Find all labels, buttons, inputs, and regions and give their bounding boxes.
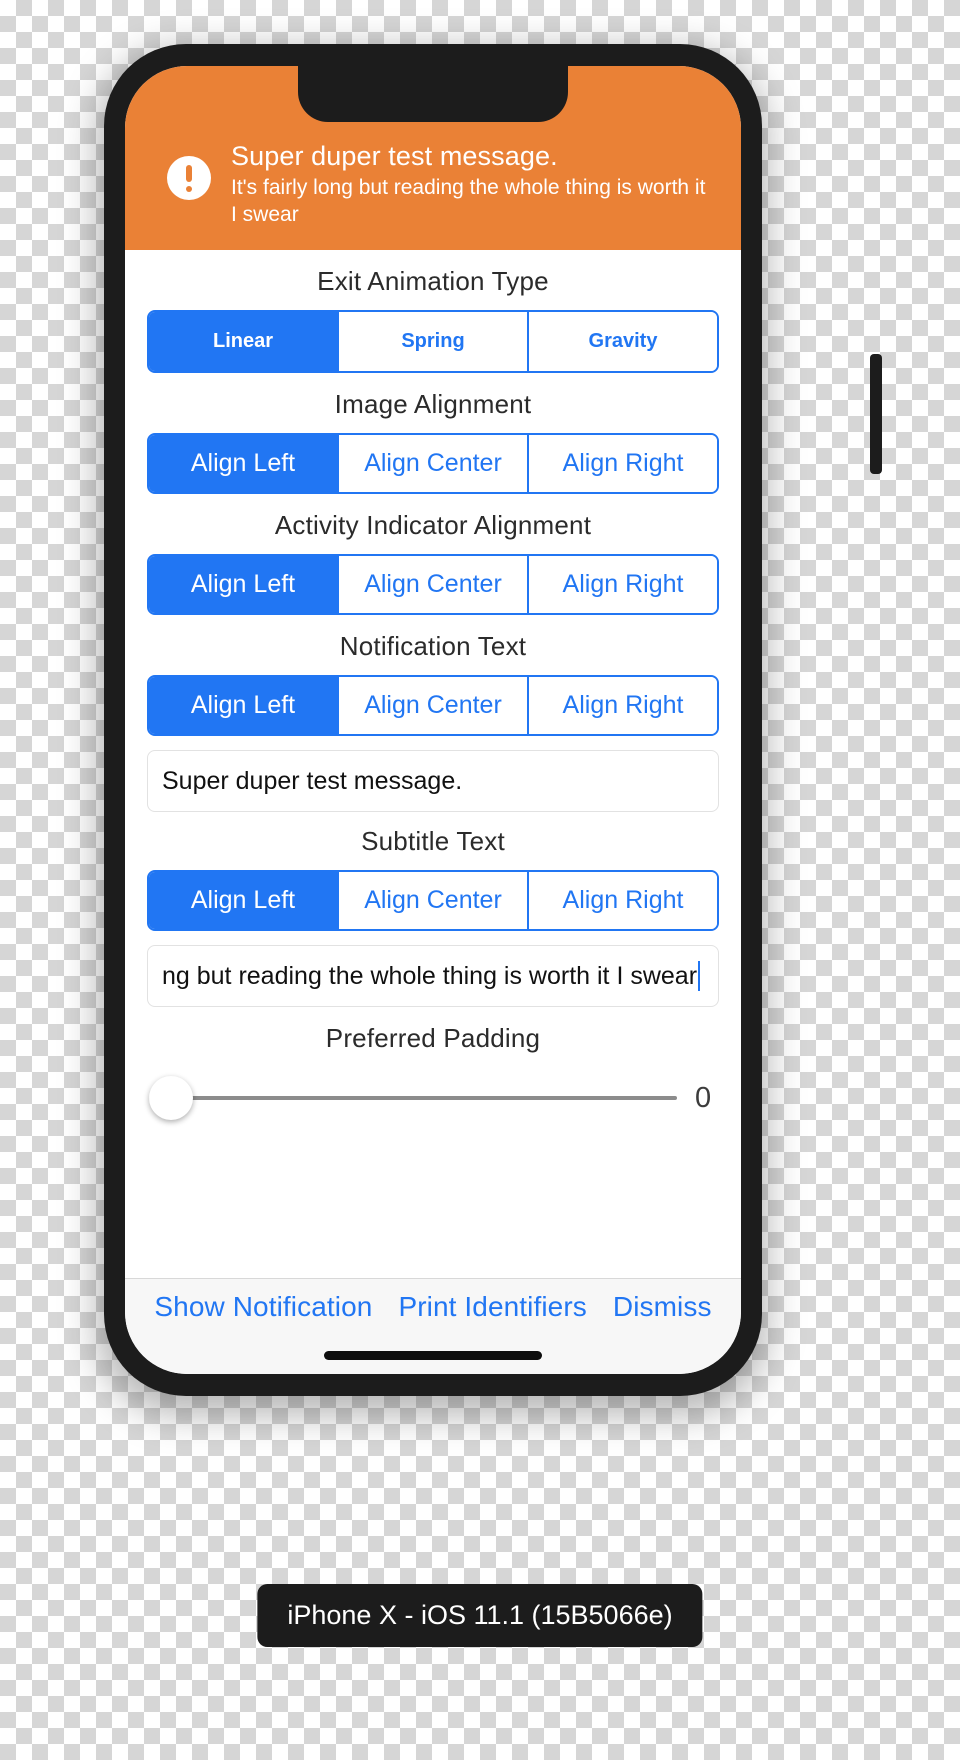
notification-text-input-value: Super duper test message. <box>162 766 463 795</box>
subtitle-text-input[interactable]: ng but reading the whole thing is worth … <box>147 945 719 1007</box>
segment-activity-align-center[interactable]: Align Center <box>339 556 529 613</box>
segment-notification-align-center[interactable]: Align Center <box>339 677 529 734</box>
segment-subtitle-align-right[interactable]: Align Right <box>529 872 717 929</box>
label-image-alignment: Image Alignment <box>334 389 532 419</box>
segmented-subtitle-text-alignment[interactable]: Align Left Align Center Align Right <box>147 870 719 931</box>
segment-subtitle-align-left[interactable]: Align Left <box>149 872 339 929</box>
dismiss-button[interactable]: Dismiss <box>613 1291 712 1323</box>
slider-thumb[interactable] <box>149 1076 193 1120</box>
show-notification-button[interactable]: Show Notification <box>154 1291 372 1323</box>
label-preferred-padding: Preferred Padding <box>325 1023 541 1053</box>
segment-exit-animation-spring[interactable]: Spring <box>339 312 529 371</box>
segment-image-align-left[interactable]: Align Left <box>149 435 339 492</box>
device-screen: Super duper test message. It's fairly lo… <box>125 66 741 1374</box>
text-cursor <box>698 961 701 991</box>
label-notification-text: Notification Text <box>339 631 527 661</box>
segment-image-align-center[interactable]: Align Center <box>339 435 529 492</box>
label-activity-indicator-alignment: Activity Indicator Alignment <box>274 510 592 540</box>
settings-content: Exit Animation Type Linear Spring Gravit… <box>125 266 741 1120</box>
slider-track <box>149 1096 677 1100</box>
subtitle-text-input-value: ng but reading the whole thing is worth … <box>162 961 698 990</box>
segment-notification-align-left[interactable]: Align Left <box>149 677 339 734</box>
segmented-exit-animation-type[interactable]: Linear Spring Gravity <box>147 310 719 373</box>
preferred-padding-slider[interactable] <box>149 1076 677 1120</box>
power-button[interactable] <box>870 354 882 474</box>
home-indicator[interactable] <box>324 1351 542 1360</box>
notification-banner-text: Super duper test message. It's fairly lo… <box>231 134 717 228</box>
segmented-activity-indicator-alignment[interactable]: Align Left Align Center Align Right <box>147 554 719 615</box>
segment-subtitle-align-center[interactable]: Align Center <box>339 872 529 929</box>
label-subtitle-text: Subtitle Text <box>361 826 505 856</box>
label-exit-animation-type: Exit Animation Type <box>317 266 549 296</box>
segmented-notification-text-alignment[interactable]: Align Left Align Center Align Right <box>147 675 719 736</box>
notification-text-input[interactable]: Super duper test message. <box>147 750 719 812</box>
preferred-padding-slider-row: 0 <box>147 1076 719 1120</box>
notification-title: Super duper test message. <box>231 141 558 171</box>
device-caption: iPhone X - iOS 11.1 (15B5066e) <box>257 1584 703 1647</box>
segment-exit-animation-gravity[interactable]: Gravity <box>529 312 717 371</box>
notification-banner[interactable]: Super duper test message. It's fairly lo… <box>125 66 741 250</box>
exclamation-circle-icon <box>167 156 211 200</box>
segmented-image-alignment[interactable]: Align Left Align Center Align Right <box>147 433 719 494</box>
segment-notification-align-right[interactable]: Align Right <box>529 677 717 734</box>
notification-subtitle: It's fairly long but reading the whole t… <box>231 176 706 226</box>
segment-activity-align-right[interactable]: Align Right <box>529 556 717 613</box>
preferred-padding-value: 0 <box>695 1081 712 1114</box>
segment-image-align-right[interactable]: Align Right <box>529 435 717 492</box>
segment-activity-align-left[interactable]: Align Left <box>149 556 339 613</box>
segment-exit-animation-linear[interactable]: Linear <box>149 312 339 371</box>
print-identifiers-button[interactable]: Print Identifiers <box>398 1291 586 1323</box>
